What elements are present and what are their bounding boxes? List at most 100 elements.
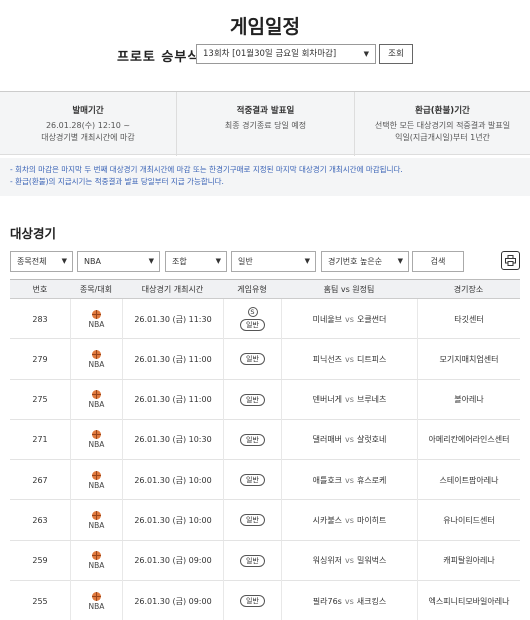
home-team: 댈러매버	[312, 435, 343, 445]
row-number-cell: 263	[10, 500, 70, 540]
table-row[interactable]: 263 NBA 26.01.30 (금) 10:00 일반 시카불스 vs 마이히트 유나이티…	[10, 500, 520, 541]
row-venue: 캐피탈원아레나	[443, 556, 495, 566]
row-number-cell: 271	[10, 420, 70, 460]
row-number: 283	[32, 314, 48, 324]
row-teams-cell: 필라76s vs 새크킹스	[281, 581, 417, 620]
row-time-cell: 26.01.30 (금) 11:30	[122, 299, 223, 339]
sort-filter-select[interactable]: 경기번호 높은순 ▼	[321, 251, 409, 272]
row-type-badge: 일반	[240, 393, 265, 406]
type-filter-select[interactable]: 일반 ▼	[231, 251, 316, 272]
row-venue-cell: 엑스피니티모바일아레나	[417, 581, 520, 620]
table-row[interactable]: 271 NBA 26.01.30 (금) 10:30 일반 댈러매버 vs 샬럿호네 아메리칸…	[10, 419, 520, 461]
row-teams-cell: 댈러매버 vs 샬럿호네	[281, 419, 417, 460]
row-time-cell: 26.01.30 (금) 10:00	[122, 500, 223, 541]
row-venue-cell: 모기지매치업센터	[417, 339, 520, 380]
row-teams-cell: 애틀호크 vs 휴스로케	[281, 460, 417, 501]
row-time-cell: 26.01.30 (금) 10:00	[122, 460, 223, 501]
league-filter-select[interactable]: NBA ▼	[77, 251, 160, 272]
row-time: 26.01.30 (금) 09:00	[134, 596, 212, 606]
combo-filter-select[interactable]: 조합 ▼	[165, 251, 227, 272]
row-number-cell: 255	[10, 581, 70, 620]
row-type-cell: 일반	[223, 460, 281, 501]
row-league: NBA	[88, 480, 105, 490]
table-row[interactable]: 259 NBA 26.01.30 (금) 09:00 일반 워싱위저 vs 밀워벅스 캐피탈원…	[10, 540, 520, 582]
row-time: 26.01.30 (금) 11:00	[134, 354, 212, 364]
sale-period-line: 26.01.28(수) 12:10 ~	[45, 121, 131, 130]
row-number: 263	[32, 515, 48, 525]
row-venue-cell: 타깃센터	[417, 299, 520, 339]
row-number-cell: 267	[10, 460, 70, 500]
row-venue-cell: 유나이티드센터	[417, 500, 520, 541]
round-selector-row: 프로토 승부식 13회차 [01월30일 금요일 회차마감] ▼ 조회	[0, 44, 530, 65]
row-time: 26.01.30 (금) 10:00	[134, 515, 212, 525]
row-type-badge: 일반	[240, 319, 265, 331]
row-venue: 스테이트팜아레나	[439, 475, 499, 485]
row-teams-cell: 피닉선즈 vs 디트피스	[281, 339, 417, 380]
chevron-down-icon: ▼	[304, 257, 310, 265]
result-announcement-info: 적중결과 발표일 최종 경기종료 당일 예정	[176, 92, 354, 156]
table-row[interactable]: 267 NBA 26.01.30 (금) 10:00 일반 애틀호크 vs 휴스로케 스테이트…	[10, 460, 520, 501]
row-type-cell: 일반	[223, 419, 281, 460]
row-league-cell: NBA	[70, 540, 122, 581]
row-league: NBA	[88, 520, 105, 530]
row-league-cell: NBA	[70, 379, 122, 420]
round-select-value: 13회차 [01월30일 금요일 회차마감]	[203, 49, 337, 59]
home-team: 미네울브	[312, 314, 343, 324]
row-venue: 볼아레나	[454, 395, 484, 405]
table-row[interactable]: 279 NBA 26.01.30 (금) 11:00 일반 피닉선즈 vs 디트피스 모기지매…	[10, 339, 520, 380]
sort-filter-value: 경기번호 높은순	[328, 257, 383, 266]
basketball-icon	[92, 349, 101, 359]
row-teams-cell: 미네울브 vs 오클썬더	[281, 299, 417, 339]
round-select[interactable]: 13회차 [01월30일 금요일 회차마감] ▼	[196, 44, 376, 64]
sport-filter-select[interactable]: 종목전체 ▼	[10, 251, 73, 272]
table-row[interactable]: 275 NBA 26.01.30 (금) 11:00 일반 덴버너게 vs 브루네츠 볼아레나	[10, 379, 520, 420]
notice-box: - 회차의 마감은 마지막 두 번째 대상경기 개최시간에 마감 또는 한경기구…	[0, 158, 530, 196]
header-league: 종목/대회	[79, 285, 113, 294]
row-league-cell: NBA	[70, 500, 122, 541]
away-team: 새크킹스	[356, 596, 387, 606]
filter-search-button[interactable]: 검색	[412, 251, 464, 272]
row-league: NBA	[88, 601, 105, 611]
row-time: 26.01.30 (금) 09:00	[134, 556, 212, 566]
notice-line: - 환급(환불)의 지급시기는 적중결과 발표 당일부터 지급 가능합니다.	[10, 177, 224, 186]
row-type-cell: 일반	[223, 581, 281, 620]
row-venue-cell: 아메리칸에어라인스센터	[417, 419, 520, 460]
row-number: 259	[32, 556, 48, 566]
row-type-cell: 일반	[223, 379, 281, 420]
row-venue: 유나이티드센터	[443, 515, 495, 525]
round-search-button[interactable]: 조회	[379, 44, 413, 64]
row-type-badge: 일반	[240, 554, 265, 567]
game-type-label: 프로토 승부식	[117, 50, 201, 65]
combo-filter-value: 조합	[172, 257, 187, 266]
table-row[interactable]: 255 NBA 26.01.30 (금) 09:00 일반 필라76s vs 새크킹스 엑스피…	[10, 581, 520, 620]
basketball-icon	[92, 309, 101, 319]
row-type-badge: 일반	[240, 353, 265, 366]
row-number: 279	[32, 354, 48, 364]
table-body: 283 NBA 26.01.30 (금) 11:30 S 일반 미네울브 vs 오클썬더 타깃센…	[10, 299, 520, 620]
row-venue-cell: 캐피탈원아레나	[417, 540, 520, 581]
result-announcement-line: 최종 경기종료 당일 예정	[224, 121, 307, 130]
vs-separator: vs	[345, 314, 354, 324]
away-team: 마이히트	[356, 515, 387, 525]
basketball-icon	[92, 591, 101, 601]
row-type-badge: 일반	[240, 433, 265, 446]
page-title: 게임일정	[230, 16, 300, 38]
row-time-cell: 26.01.30 (금) 11:00	[122, 379, 223, 420]
sale-info-box: 발매기간 26.01.28(수) 12:10 ~ 대상경기별 개최시간에 마감 …	[0, 91, 530, 156]
row-league: NBA	[88, 359, 105, 369]
row-teams-cell: 덴버너게 vs 브루네츠	[281, 379, 417, 420]
row-type-cell: 일반	[223, 540, 281, 581]
row-venue-cell: 스테이트팜아레나	[417, 460, 520, 501]
print-button[interactable]	[501, 251, 520, 270]
row-time-cell: 26.01.30 (금) 09:00	[122, 540, 223, 581]
row-time: 26.01.30 (금) 11:00	[134, 395, 212, 405]
sale-period-heading: 발매기간	[72, 106, 104, 116]
table-row[interactable]: 283 NBA 26.01.30 (금) 11:30 S 일반 미네울브 vs 오클썬더 타깃센…	[10, 299, 520, 340]
row-teams-cell: 시카불스 vs 마이히트	[281, 500, 417, 541]
home-team: 워싱위저	[312, 556, 343, 566]
row-league-cell: NBA	[70, 299, 122, 339]
row-time: 26.01.30 (금) 10:00	[134, 475, 212, 485]
basketball-icon	[92, 430, 101, 440]
row-league-cell: NBA	[70, 419, 122, 460]
vs-separator: vs	[345, 435, 354, 445]
